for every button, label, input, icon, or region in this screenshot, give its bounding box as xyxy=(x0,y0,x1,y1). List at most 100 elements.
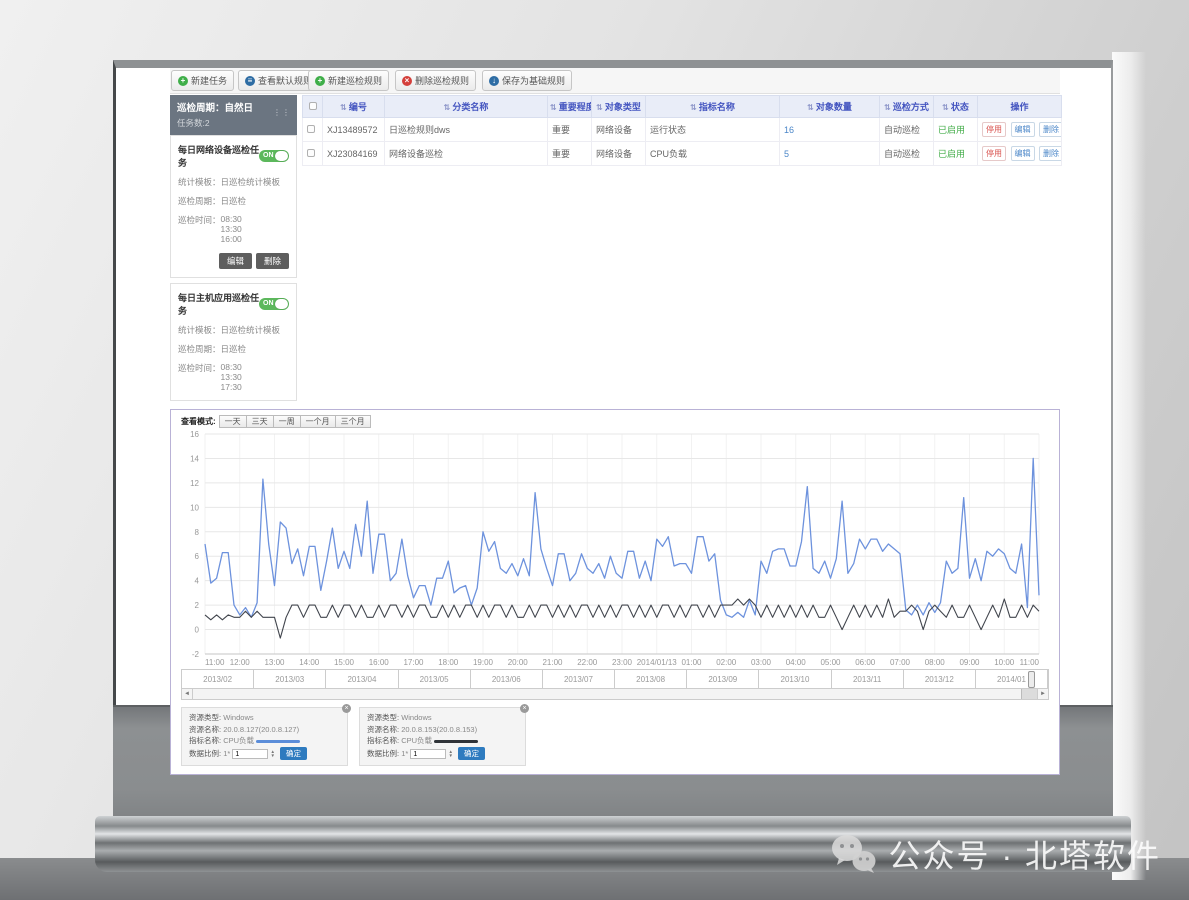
metric-name-label: 指标名称: xyxy=(367,736,399,745)
series-color-swatch xyxy=(434,740,478,743)
col-count[interactable]: ⇅对象数量 xyxy=(780,96,880,118)
x-axis-label: 22:00 xyxy=(577,658,598,667)
col-status[interactable]: ⇅状态 xyxy=(934,96,978,118)
overview-month-cell[interactable]: 2013/08 xyxy=(615,670,687,688)
overview-month-cell[interactable]: 2014/01 xyxy=(976,670,1048,688)
disable-button[interactable]: 停用 xyxy=(982,122,1006,137)
row-checkbox[interactable] xyxy=(307,125,315,133)
edit-button[interactable]: 编辑 xyxy=(1011,146,1035,161)
app-window: + 新建任务 ≡ 查看默认规则 + 新建巡检规则 × 删除巡检规 xyxy=(170,68,1060,698)
sort-icon: ⇅ xyxy=(340,103,347,112)
range-slider-handle[interactable] xyxy=(1028,671,1035,688)
close-icon[interactable]: × xyxy=(342,704,351,713)
delete-button[interactable]: 删除 xyxy=(1039,122,1061,137)
delete-task-button[interactable]: 删除 xyxy=(256,253,289,269)
delete-rule-button[interactable]: × 删除巡检规则 xyxy=(395,70,476,91)
task-toggle[interactable]: ON xyxy=(259,150,289,162)
ratio-input[interactable] xyxy=(232,749,268,759)
scrollbar-track[interactable] xyxy=(193,689,1037,699)
view-mode-label: 查看模式: xyxy=(181,416,216,427)
overview-month-cell[interactable]: 2013/12 xyxy=(904,670,976,688)
wechat-icon xyxy=(831,834,877,874)
view-mode-button-1[interactable]: 三天 xyxy=(246,415,274,428)
resource-name-label: 资源名称: xyxy=(367,725,399,734)
select-all-checkbox[interactable] xyxy=(309,102,317,110)
col-importance[interactable]: ⇅重要程度 xyxy=(548,96,592,118)
ratio-input[interactable] xyxy=(410,749,446,759)
confirm-button[interactable]: 确定 xyxy=(458,747,485,761)
data-ratio-label: 数据比例: xyxy=(367,749,399,758)
view-mode-button-4[interactable]: 三个月 xyxy=(335,415,371,428)
y-axis-label: 0 xyxy=(195,626,200,635)
overview-month-cell[interactable]: 2013/03 xyxy=(254,670,326,688)
x-axis-label: 23:00 xyxy=(612,658,633,667)
overview-month-cell[interactable]: 2013/11 xyxy=(832,670,904,688)
object-count-link[interactable]: 16 xyxy=(784,125,794,135)
resource-type-value: Windows xyxy=(223,713,253,722)
stepper-icon[interactable]: ▲▼ xyxy=(448,750,452,758)
new-task-button[interactable]: + 新建任务 xyxy=(171,70,234,91)
disable-button[interactable]: 停用 xyxy=(982,146,1006,161)
overview-month-cell[interactable]: 2013/09 xyxy=(687,670,759,688)
resource-name-label: 资源名称: xyxy=(189,725,221,734)
object-count-link[interactable]: 5 xyxy=(784,149,789,159)
col-method[interactable]: ⇅巡检方式 xyxy=(880,96,934,118)
overview-ruler[interactable]: 2013/022013/032013/042013/052013/062013/… xyxy=(181,669,1049,689)
x-axis-label: 08:00 xyxy=(925,658,946,667)
resource-type-label: 资源类型: xyxy=(189,713,221,722)
chart-panel: 查看模式: 一天三天一周一个月三个月 1614121086420-211:001… xyxy=(170,409,1060,775)
view-mode-button-2[interactable]: 一周 xyxy=(273,415,301,428)
plus-circle-icon: + xyxy=(178,76,188,86)
series-info-card: × 资源类型: Windows 资源名称: 20.0.8.153(20.0.8.… xyxy=(359,707,526,766)
time-value: 08:30 xyxy=(221,362,242,372)
series-color-swatch xyxy=(256,740,300,743)
row-checkbox[interactable] xyxy=(307,149,315,157)
overview-month-cell[interactable]: 2013/04 xyxy=(326,670,398,688)
x-axis-label: 01:00 xyxy=(681,658,702,667)
overview-month-cell[interactable]: 2013/07 xyxy=(543,670,615,688)
view-mode-group: 一天三天一周一个月三个月 xyxy=(220,416,371,427)
view-mode-button-0[interactable]: 一天 xyxy=(219,415,247,428)
cell-name: 网络设备巡检 xyxy=(385,142,548,166)
cell-metric: 运行状态 xyxy=(646,118,780,142)
col-name[interactable]: ⇅分类名称 xyxy=(385,96,548,118)
overview-month-cell[interactable]: 2013/02 xyxy=(182,670,254,688)
delete-button[interactable]: 删除 xyxy=(1039,146,1061,161)
close-icon[interactable]: × xyxy=(520,704,529,713)
sidebar: 巡检周期：自然日 任务数:2 ⋮⋮ 每日网络设备巡检任务 ON 统计模板：日 xyxy=(170,95,297,401)
x-axis-label: 14:00 xyxy=(299,658,320,667)
overview-month-cell[interactable]: 2013/06 xyxy=(471,670,543,688)
overview-month-cell[interactable]: 2013/10 xyxy=(759,670,831,688)
plus-circle-icon: + xyxy=(315,76,325,86)
scroll-right-arrow-icon[interactable]: ► xyxy=(1037,689,1048,699)
sort-icon: ⇅ xyxy=(690,103,697,112)
resource-name-value: 20.0.8.127(20.0.8.127) xyxy=(223,725,299,734)
view-default-rules-icon: ≡ xyxy=(245,76,255,86)
confirm-button[interactable]: 确定 xyxy=(280,747,307,761)
cell-type: 网络设备 xyxy=(592,142,646,166)
col-id[interactable]: ⇅编号 xyxy=(323,96,385,118)
table-row: XJ13489572 日巡检规则dws 重要 网络设备 运行状态 16 自动巡检… xyxy=(303,118,1062,142)
scrollbar-thumb[interactable] xyxy=(1021,689,1037,699)
view-mode-button-3[interactable]: 一个月 xyxy=(300,415,336,428)
new-rule-button[interactable]: + 新建巡检规则 xyxy=(308,70,389,91)
stepper-icon[interactable]: ▲▼ xyxy=(270,750,274,758)
task-card-host: 每日主机应用巡检任务 ON 统计模板：日巡检统计模板 巡检周期：日巡检 巡检时间… xyxy=(170,283,297,401)
col-type[interactable]: ⇅对象类型 xyxy=(592,96,646,118)
x-axis-label: 17:00 xyxy=(403,658,424,667)
drag-handle-icon[interactable]: ⋮⋮ xyxy=(273,108,291,117)
x-axis-label: 21:00 xyxy=(542,658,563,667)
sidebar-header: 巡检周期：自然日 任务数:2 ⋮⋮ xyxy=(170,95,297,135)
chart-plot: 1614121086420-211:0012:0013:0014:0015:00… xyxy=(181,428,1047,668)
cycle-label: 巡检周期： xyxy=(178,195,221,207)
overview-month-cell[interactable]: 2013/05 xyxy=(399,670,471,688)
edit-button[interactable]: 编辑 xyxy=(1011,122,1035,137)
resource-type-label: 资源类型: xyxy=(367,713,399,722)
scroll-left-arrow-icon[interactable]: ◄ xyxy=(182,689,193,699)
task-toggle[interactable]: ON xyxy=(259,298,289,310)
edit-task-button[interactable]: 编辑 xyxy=(219,253,252,269)
col-metric[interactable]: ⇅指标名称 xyxy=(646,96,780,118)
watermark-text: 公众号 · 北塔软件 xyxy=(889,831,1161,877)
time-value: 17:30 xyxy=(221,382,242,392)
save-as-base-rule-button[interactable]: ↓ 保存为基础规则 xyxy=(482,70,572,91)
